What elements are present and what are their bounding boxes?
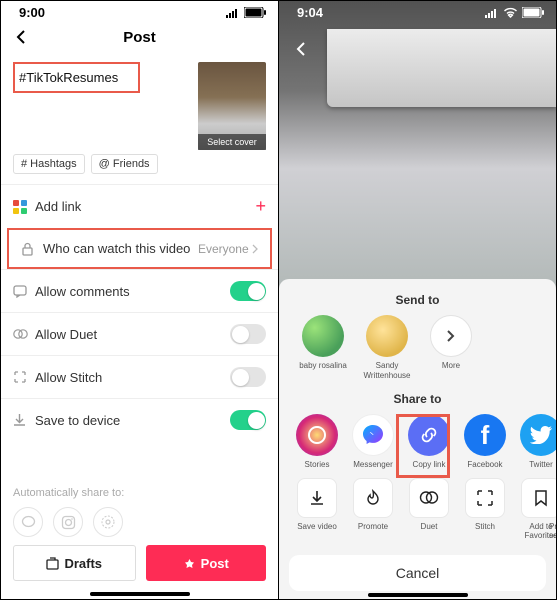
stitch-row[interactable]: Allow Stitch: [1, 355, 278, 398]
save-toggle[interactable]: [230, 410, 266, 430]
comments-row[interactable]: Allow comments: [1, 269, 278, 312]
plus-icon: +: [255, 196, 266, 217]
autoshare-message-icon[interactable]: [13, 507, 43, 537]
contacts-row: baby rosalina Sandy Writtenhouse More: [279, 315, 556, 388]
autoshare-instagram-icon[interactable]: [53, 507, 83, 537]
post-label: Post: [201, 556, 229, 571]
contact-1[interactable]: baby rosalina: [295, 315, 351, 371]
home-indicator-right: [368, 593, 468, 597]
duet-label: Allow Duet: [35, 327, 230, 342]
status-time-right: 9:04: [297, 5, 323, 20]
flame-icon: [364, 489, 382, 507]
addlink-row[interactable]: Add link +: [1, 184, 278, 228]
bookmark-icon: [534, 489, 548, 507]
friends-chip[interactable]: @ Friends: [91, 154, 158, 174]
drafts-button[interactable]: Drafts: [13, 545, 136, 581]
back-icon-right[interactable]: [293, 41, 309, 57]
status-bar-right: 9:04: [279, 1, 556, 20]
comments-toggle[interactable]: [230, 281, 266, 301]
duet-icon: [419, 490, 439, 505]
duet-icon: [13, 328, 35, 340]
highlight-copylink: [396, 414, 450, 478]
shareto-title: Share to: [279, 392, 556, 406]
stitch-label: Allow Stitch: [35, 370, 230, 385]
lock-icon: [21, 242, 43, 256]
privacy-row[interactable]: Who can watch this video Everyone: [9, 230, 270, 267]
autoshare-other-icon[interactable]: [93, 507, 123, 537]
header: Post: [1, 20, 278, 54]
download-icon: [13, 413, 35, 427]
privacy-label: Who can watch this video: [43, 241, 198, 256]
duet-row[interactable]: Allow Duet: [1, 312, 278, 355]
autoshare-label: Automatically share to:: [13, 487, 266, 499]
status-bar: 9:00: [1, 1, 278, 20]
status-time: 9:00: [19, 5, 45, 20]
comment-icon: [13, 285, 35, 298]
contact-2[interactable]: Sandy Writtenhouse: [359, 315, 415, 380]
cancel-button[interactable]: Cancel: [289, 555, 546, 591]
caption-input[interactable]: #TikTokResumes: [13, 62, 190, 150]
share-messenger[interactable]: Messenger: [345, 414, 401, 470]
addlink-icon: [13, 200, 35, 214]
page-title: Post: [123, 29, 156, 46]
save-row[interactable]: Save to device: [1, 398, 278, 441]
more-contacts[interactable]: More: [423, 315, 479, 371]
chevron-right-icon: [252, 244, 258, 254]
select-cover-label: Select cover: [198, 134, 266, 150]
stitch-icon: [476, 489, 494, 507]
action-savevideo[interactable]: Save video: [289, 478, 345, 532]
stitch-icon: [13, 370, 35, 384]
actions-row: Save video Promote Duet Stitch Add to Fa…: [279, 478, 556, 549]
duet-toggle[interactable]: [230, 324, 266, 344]
save-label: Save to device: [35, 413, 230, 428]
addlink-label: Add link: [35, 199, 255, 214]
share-twitter[interactable]: Twitter: [513, 414, 556, 470]
caption-text: #TikTokResumes: [13, 62, 140, 93]
action-stitch[interactable]: Stitch: [457, 478, 513, 532]
privacy-value: Everyone: [198, 242, 249, 256]
share-facebook[interactable]: f Facebook: [457, 414, 513, 470]
chevron-right-icon: [445, 330, 457, 342]
post-screen: 9:00 Post #TikTokResumes Select cover # …: [1, 1, 279, 599]
share-screen: 9:04 Send to baby rosalina Sandy Written…: [279, 1, 556, 599]
stitch-toggle[interactable]: [230, 367, 266, 387]
status-indicators: [226, 7, 266, 18]
drafts-icon: [46, 557, 59, 570]
home-indicator: [90, 592, 190, 596]
sendto-title: Send to: [279, 293, 556, 307]
share-sheet: Send to baby rosalina Sandy Writtenhouse…: [279, 279, 556, 599]
drafts-label: Drafts: [64, 556, 102, 571]
status-indicators-right: [485, 7, 544, 18]
share-stories[interactable]: Stories: [289, 414, 345, 470]
post-button[interactable]: Post: [146, 545, 267, 581]
action-duet[interactable]: Duet: [401, 478, 457, 532]
video-thumbnail[interactable]: Select cover: [198, 62, 266, 150]
download-icon: [308, 489, 326, 507]
post-icon: [183, 557, 196, 570]
hashtags-chip[interactable]: # Hashtags: [13, 154, 85, 174]
autoshare-section: Automatically share to:: [1, 487, 278, 537]
action-promote[interactable]: Promote: [345, 478, 401, 532]
comments-label: Allow comments: [35, 284, 230, 299]
back-icon[interactable]: [13, 29, 29, 45]
